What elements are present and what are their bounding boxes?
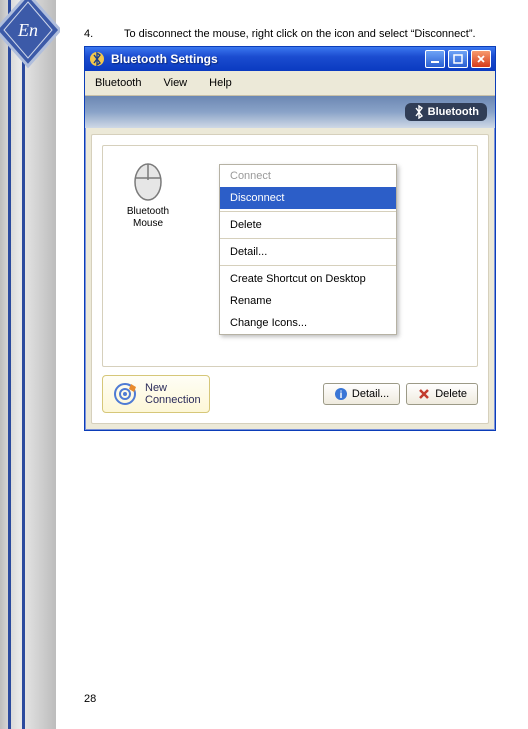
side-strip: En [0,0,56,729]
menu-help[interactable]: Help [205,76,236,90]
ctx-disconnect[interactable]: Disconnect [220,187,396,209]
bluetooth-settings-window: Bluetooth Settings Bluetooth View Help [84,46,496,431]
close-button[interactable] [471,50,491,68]
ctx-change-icons[interactable]: Change Icons... [220,312,396,334]
app-icon [89,51,105,67]
info-icon: i [334,387,348,401]
ctx-create-shortcut[interactable]: Create Shortcut on Desktop [220,268,396,290]
maximize-button[interactable] [448,50,468,68]
mouse-icon [128,156,168,202]
ctx-detail[interactable]: Detail... [220,241,396,263]
titlebar[interactable]: Bluetooth Settings [85,47,495,71]
bluetooth-badge: Bluetooth [405,103,487,121]
instruction-text: To disconnect the mouse, right click on … [124,28,476,40]
ctx-rename[interactable]: Rename [220,290,396,312]
svg-text:En: En [17,20,38,40]
ctx-delete[interactable]: Delete [220,214,396,236]
separator [220,211,396,212]
delete-icon [417,387,431,401]
devices-pane: BluetoothMouse BT Heads Connect Disconne… [102,145,478,367]
detail-button[interactable]: i Detail... [323,383,400,405]
new-connection-icon [111,380,139,408]
new-connection-button[interactable]: NewConnection [102,375,210,413]
minimize-button[interactable] [425,50,445,68]
device-bluetooth-mouse[interactable]: BluetoothMouse [113,156,183,230]
ctx-connect[interactable]: Connect [220,165,396,187]
new-connection-label: NewConnection [145,382,201,406]
bluetooth-icon [413,105,425,119]
instruction-number: 4. [84,28,94,40]
context-menu: Connect Disconnect Delete Detail... Crea… [219,164,397,335]
device-label: BluetoothMouse [127,206,169,230]
delete-button[interactable]: Delete [406,383,478,405]
banner: Bluetooth [85,96,495,128]
en-diamond-icon: En [0,0,60,94]
menu-bluetooth[interactable]: Bluetooth [91,76,145,90]
menubar: Bluetooth View Help [85,71,495,96]
window-title: Bluetooth Settings [111,52,422,66]
separator [220,265,396,266]
svg-text:i: i [340,390,343,401]
menu-view[interactable]: View [159,76,191,90]
separator [220,238,396,239]
page-number: 28 [84,693,96,705]
instruction-line: 4. To disconnect the mouse, right click … [84,28,524,40]
